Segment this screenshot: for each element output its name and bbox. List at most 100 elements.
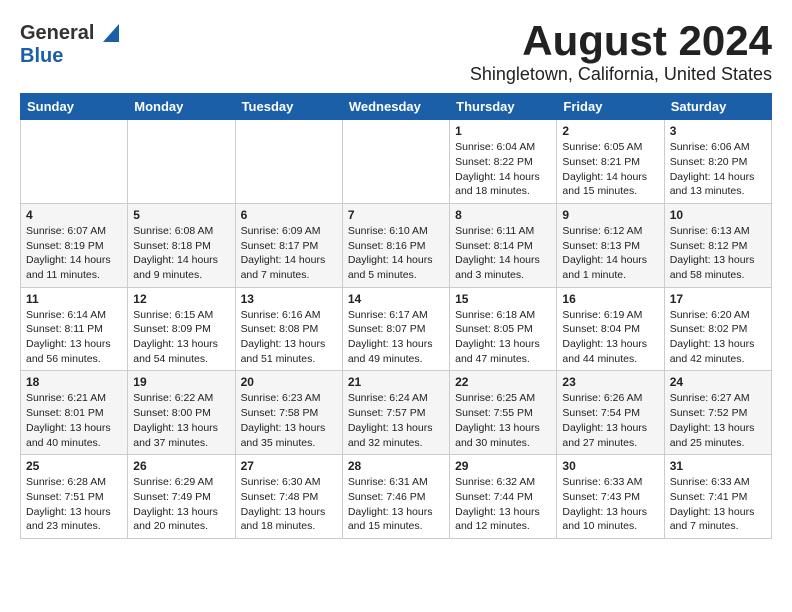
cell-sun-info: Sunrise: 6:10 AM Sunset: 8:16 PM Dayligh… [348,224,444,283]
calendar-cell: 1Sunrise: 6:04 AM Sunset: 8:22 PM Daylig… [450,120,557,204]
calendar-cell: 20 Sunrise: 6:23 AM Sunset: 7:58 PM Dayli… [235,371,342,455]
cell-sun-info: Sunrise: 6:28 AM Sunset: 7:51 PM Dayligh… [26,475,122,534]
cell-sun-info: Sunrise: 6:07 AM Sunset: 8:19 PM Dayligh… [26,224,122,283]
cell-day-number: 31 [670,459,766,473]
cell-day-number: 17 [670,292,766,306]
cell-sun-info: Sunrise: 6:22 AM Sunset: 8:00 PM Dayligh… [133,391,229,450]
calendar-cell: 19Sunrise: 6:22 AM Sunset: 8:00 PM Dayli… [128,371,235,455]
cell-sun-info: Sunrise: 6:26 AM Sunset: 7:54 PM Dayligh… [562,391,658,450]
cell-day-number: 5 [133,208,229,222]
cell-day-number: 20 [241,375,337,389]
calendar-cell [342,120,449,204]
cell-sun-info: Sunrise: 6:06 AM Sunset: 8:20 PM Dayligh… [670,140,766,199]
cell-day-number: 4 [26,208,122,222]
cell-sun-info: Sunrise: 6:17 AM Sunset: 8:07 PM Dayligh… [348,308,444,367]
calendar-cell [235,120,342,204]
weekday-header-friday: Friday [557,94,664,120]
cell-sun-info: Sunrise: 6:27 AM Sunset: 7:52 PM Dayligh… [670,391,766,450]
weekday-header-thursday: Thursday [450,94,557,120]
calendar-cell: 31 Sunrise: 6:33 AM Sunset: 7:41 PM Dayli… [664,455,771,539]
calendar-cell: 10 Sunrise: 6:13 AM Sunset: 8:12 PM Dayli… [664,203,771,287]
calendar-cell: 6 Sunrise: 6:09 AM Sunset: 8:17 PM Daylig… [235,203,342,287]
calendar-cell [21,120,128,204]
cell-sun-info: Sunrise: 6:24 AM Sunset: 7:57 PM Dayligh… [348,391,444,450]
calendar-cell: 22Sunrise: 6:25 AM Sunset: 7:55 PM Dayli… [450,371,557,455]
cell-day-number: 30 [562,459,658,473]
cell-sun-info: Sunrise: 6:16 AM Sunset: 8:08 PM Dayligh… [241,308,337,367]
cell-sun-info: Sunrise: 6:05 AM Sunset: 8:21 PM Dayligh… [562,140,658,199]
cell-day-number: 21 [348,375,444,389]
logo-blue: Blue [20,45,63,68]
cell-sun-info: Sunrise: 6:25 AM Sunset: 7:55 PM Dayligh… [455,391,551,450]
calendar-cell: 12 Sunrise: 6:15 AM Sunset: 8:09 PM Dayli… [128,287,235,371]
header: General Blue August 2024 Shingletown, Ca… [20,18,772,85]
calendar-cell: 16Sunrise: 6:19 AM Sunset: 8:04 PM Dayli… [557,287,664,371]
calendar-cell: 26 Sunrise: 6:29 AM Sunset: 7:49 PM Dayli… [128,455,235,539]
calendar-cell: 2 Sunrise: 6:05 AM Sunset: 8:21 PM Daylig… [557,120,664,204]
cell-sun-info: Sunrise: 6:09 AM Sunset: 8:17 PM Dayligh… [241,224,337,283]
cell-day-number: 9 [562,208,658,222]
weekday-header-saturday: Saturday [664,94,771,120]
calendar-cell: 17Sunrise: 6:20 AM Sunset: 8:02 PM Dayli… [664,287,771,371]
calendar-cell: 3Sunrise: 6:06 AM Sunset: 8:20 PM Daylig… [664,120,771,204]
calendar-week-2: 4 Sunrise: 6:07 AM Sunset: 8:19 PM Daylig… [21,203,772,287]
cell-day-number: 23 [562,375,658,389]
calendar-table: SundayMondayTuesdayWednesdayThursdayFrid… [20,93,772,539]
cell-sun-info: Sunrise: 6:33 AM Sunset: 7:43 PM Dayligh… [562,475,658,534]
cell-day-number: 11 [26,292,122,306]
cell-day-number: 26 [133,459,229,473]
logo: General Blue [20,22,119,68]
calendar-cell: 7 Sunrise: 6:10 AM Sunset: 8:16 PM Daylig… [342,203,449,287]
cell-sun-info: Sunrise: 6:23 AM Sunset: 7:58 PM Dayligh… [241,391,337,450]
cell-sun-info: Sunrise: 6:33 AM Sunset: 7:41 PM Dayligh… [670,475,766,534]
cell-sun-info: Sunrise: 6:15 AM Sunset: 8:09 PM Dayligh… [133,308,229,367]
cell-day-number: 2 [562,124,658,138]
cell-sun-info: Sunrise: 6:14 AM Sunset: 8:11 PM Dayligh… [26,308,122,367]
cell-day-number: 12 [133,292,229,306]
calendar-week-1: 1Sunrise: 6:04 AM Sunset: 8:22 PM Daylig… [21,120,772,204]
cell-sun-info: Sunrise: 6:31 AM Sunset: 7:46 PM Dayligh… [348,475,444,534]
cell-day-number: 14 [348,292,444,306]
cell-day-number: 8 [455,208,551,222]
cell-day-number: 29 [455,459,551,473]
calendar-cell: 28 Sunrise: 6:31 AM Sunset: 7:46 PM Dayli… [342,455,449,539]
calendar-cell: 9 Sunrise: 6:12 AM Sunset: 8:13 PM Daylig… [557,203,664,287]
cell-sun-info: Sunrise: 6:12 AM Sunset: 8:13 PM Dayligh… [562,224,658,283]
page: General Blue August 2024 Shingletown, Ca… [0,0,792,557]
cell-sun-info: Sunrise: 6:11 AM Sunset: 8:14 PM Dayligh… [455,224,551,283]
cell-sun-info: Sunrise: 6:29 AM Sunset: 7:49 PM Dayligh… [133,475,229,534]
cell-sun-info: Sunrise: 6:30 AM Sunset: 7:48 PM Dayligh… [241,475,337,534]
cell-day-number: 6 [241,208,337,222]
calendar-week-5: 25Sunrise: 6:28 AM Sunset: 7:51 PM Dayli… [21,455,772,539]
calendar-week-4: 18 Sunrise: 6:21 AM Sunset: 8:01 PM Dayli… [21,371,772,455]
weekday-header-sunday: Sunday [21,94,128,120]
weekday-header-wednesday: Wednesday [342,94,449,120]
cell-sun-info: Sunrise: 6:21 AM Sunset: 8:01 PM Dayligh… [26,391,122,450]
cell-day-number: 24 [670,375,766,389]
logo-icon [97,22,119,44]
calendar-cell: 18 Sunrise: 6:21 AM Sunset: 8:01 PM Dayli… [21,371,128,455]
cell-day-number: 28 [348,459,444,473]
calendar-subtitle: Shingletown, California, United States [470,64,772,85]
cell-sun-info: Sunrise: 6:08 AM Sunset: 8:18 PM Dayligh… [133,224,229,283]
cell-day-number: 13 [241,292,337,306]
calendar-cell [128,120,235,204]
cell-day-number: 15 [455,292,551,306]
cell-day-number: 1 [455,124,551,138]
calendar-cell: 14 Sunrise: 6:17 AM Sunset: 8:07 PM Dayli… [342,287,449,371]
cell-day-number: 10 [670,208,766,222]
weekday-header-monday: Monday [128,94,235,120]
cell-sun-info: Sunrise: 6:13 AM Sunset: 8:12 PM Dayligh… [670,224,766,283]
calendar-cell: 29 Sunrise: 6:32 AM Sunset: 7:44 PM Dayli… [450,455,557,539]
weekday-header-tuesday: Tuesday [235,94,342,120]
calendar-cell: 23 Sunrise: 6:26 AM Sunset: 7:54 PM Dayli… [557,371,664,455]
calendar-cell: 24 Sunrise: 6:27 AM Sunset: 7:52 PM Dayli… [664,371,771,455]
cell-sun-info: Sunrise: 6:18 AM Sunset: 8:05 PM Dayligh… [455,308,551,367]
calendar-title: August 2024 [470,18,772,64]
cell-sun-info: Sunrise: 6:32 AM Sunset: 7:44 PM Dayligh… [455,475,551,534]
cell-day-number: 7 [348,208,444,222]
calendar-cell: 8 Sunrise: 6:11 AM Sunset: 8:14 PM Daylig… [450,203,557,287]
cell-day-number: 18 [26,375,122,389]
cell-day-number: 27 [241,459,337,473]
calendar-cell: 5 Sunrise: 6:08 AM Sunset: 8:18 PM Daylig… [128,203,235,287]
